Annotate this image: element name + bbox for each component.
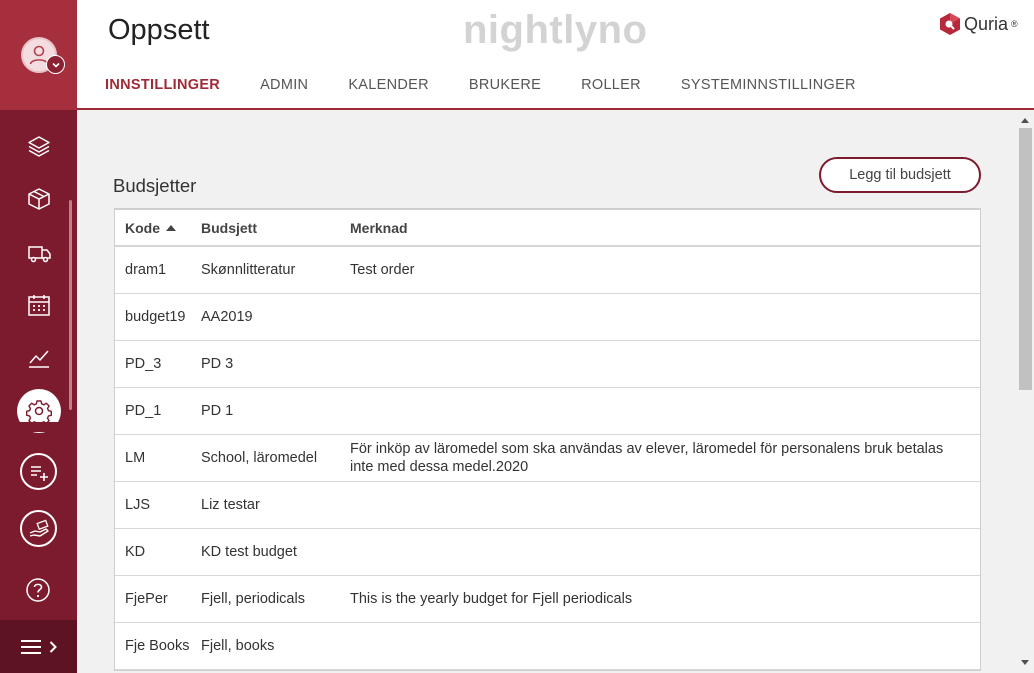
- table-row[interactable]: FjePer Fjell, periodicals This is the year…: [115, 576, 980, 623]
- column-header-budsjett[interactable]: Budsjett: [201, 220, 350, 236]
- cell-kode: budget19: [125, 309, 186, 325]
- cell-budsjett: School, läromedel: [201, 450, 318, 466]
- table-row[interactable]: LJS Liz testar: [115, 482, 980, 529]
- user-menu-chevron-icon[interactable]: [46, 55, 65, 74]
- cell-merknad: This is the yearly budget for Fjell peri…: [350, 591, 633, 607]
- chart-icon[interactable]: [22, 341, 56, 375]
- sidebar: [0, 0, 77, 673]
- menu-icon: [20, 639, 41, 654]
- quria-logo-icon: [940, 13, 960, 35]
- cell-budsjett: Fjell, periodicals: [201, 591, 305, 607]
- calendar-icon[interactable]: [22, 288, 56, 322]
- cell-kode: Fje Books: [125, 638, 190, 654]
- table-row[interactable]: LM School, läromedel För inköp av läromede…: [115, 435, 980, 482]
- tab-kalender[interactable]: KALENDER: [348, 77, 429, 93]
- table-row[interactable]: KD KD test budget: [115, 529, 980, 576]
- layers-icon[interactable]: [22, 129, 56, 163]
- tab-admin[interactable]: ADMIN: [260, 77, 308, 93]
- section-title: Budsjetter: [113, 175, 197, 196]
- add-list-icon[interactable]: [20, 453, 57, 490]
- cell-kode: FjePer: [125, 591, 168, 607]
- cell-budsjett: Skønnlitteratur: [201, 262, 296, 278]
- box-icon[interactable]: [22, 182, 56, 216]
- cell-budsjett: PD 1: [201, 403, 234, 419]
- help-icon[interactable]: [21, 573, 55, 607]
- page-title: Oppsett: [108, 14, 210, 46]
- cell-kode: dram1: [125, 262, 167, 278]
- cell-budsjett: PD 3: [201, 356, 234, 372]
- cell-merknad: Test order: [350, 262, 415, 278]
- table-row[interactable]: PD_1 PD 1: [115, 388, 980, 435]
- sort-ascending-icon: [166, 224, 176, 231]
- sidebar-divider: [0, 422, 77, 432]
- hand-money-icon[interactable]: [20, 510, 57, 547]
- table-row[interactable]: budget19 AA2019: [115, 294, 980, 341]
- scrollbar-thumb[interactable]: [1019, 128, 1032, 390]
- table-header: Kode Budsjett Merknad: [115, 210, 980, 247]
- column-header-merknad[interactable]: Merknad: [350, 219, 980, 237]
- table-row[interactable]: dram1 Skønnlitteratur Test order: [115, 247, 980, 294]
- budgets-table: Kode Budsjett Merknad dram1 Skønnlitterat…: [114, 208, 981, 671]
- cell-kode: KD: [125, 544, 146, 560]
- cell-merknad: För inköp av läromedel som ska användas …: [350, 441, 944, 475]
- settings-tabs: INNSTILLINGER ADMIN KALENDER BRUKERE ROL…: [105, 77, 896, 93]
- registered-mark: ®: [1011, 19, 1018, 29]
- cell-kode: LJS: [125, 497, 150, 513]
- tab-innstillinger[interactable]: INNSTILLINGER: [105, 77, 220, 93]
- quria-logo: Quria ®: [939, 12, 1018, 36]
- sidebar-scrollbar[interactable]: [69, 200, 72, 410]
- header: Oppsett nightlyno Quria ® INNSTILLINGER A…: [77, 0, 1034, 110]
- scroll-up-arrow-icon[interactable]: [1021, 118, 1029, 123]
- truck-icon[interactable]: [22, 236, 56, 270]
- scroll-down-arrow-icon[interactable]: [1021, 660, 1029, 665]
- cell-kode: PD_1: [125, 403, 162, 419]
- tab-brukere[interactable]: BRUKERE: [469, 77, 541, 93]
- page-scrollbar[interactable]: [1017, 112, 1034, 673]
- cell-kode: PD_3: [125, 356, 162, 372]
- cell-budsjett: AA2019: [201, 309, 253, 325]
- table-row[interactable]: Fje Books Fjell, books: [115, 623, 980, 670]
- menu-toggle[interactable]: [0, 620, 77, 673]
- tab-systeminnstillinger[interactable]: SYSTEMINNSTILLINGER: [681, 77, 856, 93]
- table-row[interactable]: PD_3 PD 3: [115, 341, 980, 388]
- sidebar-user-area: [0, 0, 77, 110]
- column-label: Kode: [125, 219, 160, 236]
- cell-budsjett: Liz testar: [201, 497, 260, 513]
- add-budget-button[interactable]: Legg til budsjett: [819, 157, 981, 193]
- cell-kode: LM: [125, 450, 146, 466]
- environment-watermark: nightlyno: [463, 8, 648, 52]
- cell-budsjett: KD test budget: [201, 544, 297, 560]
- main-content: Budsjetter Legg til budsjett Kode Budsje…: [77, 112, 1017, 673]
- chevron-right-icon: [49, 640, 57, 653]
- tab-roller[interactable]: ROLLER: [581, 77, 641, 93]
- logo-text: Quria: [964, 13, 1009, 34]
- cell-budsjett: Fjell, books: [201, 638, 275, 654]
- column-header-kode[interactable]: Kode: [115, 220, 201, 236]
